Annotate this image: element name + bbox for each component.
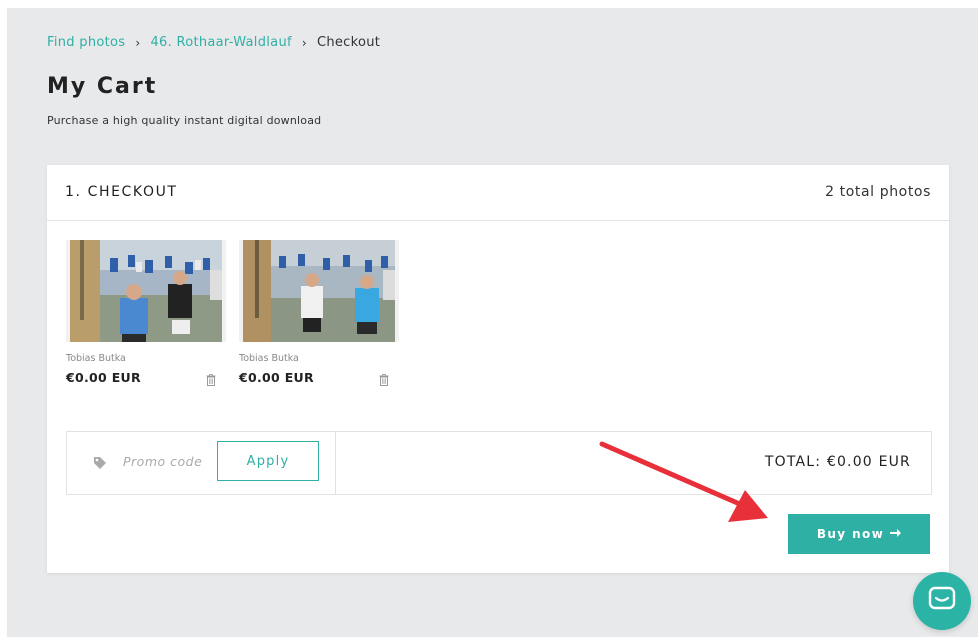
page-subtitle: Purchase a high quality instant digital …	[47, 114, 322, 127]
photographer-name: Tobias Butka	[66, 353, 126, 364]
photo-thumbnail[interactable]	[239, 240, 399, 342]
photographer-name: Tobias Butka	[239, 353, 299, 364]
promo-code-input[interactable]: Promo code	[123, 454, 202, 469]
chat-icon	[928, 586, 956, 616]
trash-icon[interactable]	[206, 371, 216, 390]
order-summary: Promo code Apply TOTAL: €0.00 EUR	[66, 431, 932, 495]
photo-count: 2 total photos	[825, 184, 931, 200]
photo-thumbnail[interactable]	[66, 240, 226, 342]
breadcrumb: Find photos › 46. Rothaar-Waldlauf › Che…	[47, 35, 380, 50]
buy-now-button[interactable]: Buy now	[788, 514, 930, 554]
apply-button[interactable]: Apply	[217, 441, 319, 481]
breadcrumb-current: Checkout	[316, 35, 381, 50]
trash-icon[interactable]	[379, 371, 389, 390]
checkout-header: 1. CHECKOUT 2 total photos	[47, 165, 949, 221]
breadcrumb-link-find-photos[interactable]: Find photos	[47, 35, 125, 50]
checkout-title: 1. CHECKOUT	[65, 184, 178, 200]
chevron-right-icon: ›	[135, 35, 141, 50]
item-price: €0.00 EUR	[239, 370, 314, 385]
item-price: €0.00 EUR	[66, 370, 141, 385]
checkout-card: 1. CHECKOUT 2 total photos Tobias Butka …	[47, 165, 949, 573]
promo-section: Promo code Apply	[67, 432, 336, 494]
chevron-right-icon: ›	[301, 35, 307, 50]
page-title: My Cart	[47, 74, 158, 99]
tag-icon	[93, 455, 107, 474]
breadcrumb-link-event[interactable]: 46. Rothaar-Waldlauf	[150, 35, 291, 50]
chat-launcher-button[interactable]	[913, 572, 971, 630]
buy-now-label: Buy now	[816, 527, 885, 541]
order-total: TOTAL: €0.00 EUR	[764, 454, 911, 470]
arrow-right-icon	[890, 527, 902, 541]
